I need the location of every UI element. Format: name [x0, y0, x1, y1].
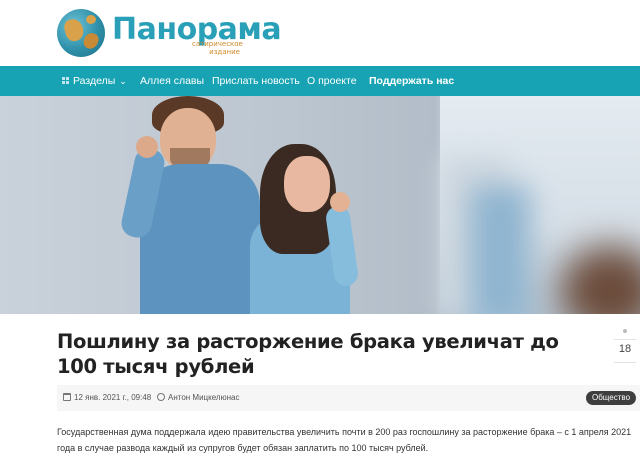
nav-item-hall-of-fame[interactable]: Аллея славы	[140, 66, 204, 96]
category-badge[interactable]: Общество	[586, 391, 637, 405]
nav-item-about[interactable]: О проекте	[307, 66, 357, 96]
globe-logo-icon[interactable]	[57, 9, 105, 57]
menu-grid-icon	[62, 76, 69, 84]
article-lead: Государственная дума поддержала идею пра…	[57, 427, 632, 453]
nav-item-label: Разделы	[73, 75, 116, 87]
article-author[interactable]: Антон Мицкелюнас	[157, 385, 239, 411]
nav-item-support[interactable]: Поддержать нас	[369, 66, 454, 96]
share-icon[interactable]	[623, 329, 627, 333]
nav-item-sections[interactable]: Разделы ⌄	[62, 66, 127, 96]
share-count: 18	[618, 343, 632, 355]
site-logo-subtitle: сатирическое издание	[192, 40, 243, 56]
hero-blurred-background	[440, 96, 640, 314]
article-hero-image	[0, 96, 640, 314]
chevron-down-icon: ⌄	[119, 76, 127, 86]
article-date-text: 12 янв. 2021 г., 09:48	[74, 393, 152, 402]
article-meta-bar: 12 янв. 2021 г., 09:48 Антон Мицкелюнас …	[57, 385, 640, 411]
nav-item-submit-news[interactable]: Прислать новость	[212, 66, 300, 96]
article-title: Пошлину за расторжение брака увеличат до…	[57, 330, 559, 378]
article-author-name[interactable]: Антон Мицкелюнас	[168, 393, 239, 402]
user-icon	[157, 392, 165, 401]
site-header: Панорама сатирическое издание	[0, 0, 640, 66]
article-date: 12 янв. 2021 г., 09:48	[63, 385, 151, 411]
share-widget[interactable]: 18	[610, 326, 640, 372]
main-nav: Разделы ⌄ Аллея славы Прислать новость О …	[0, 66, 640, 96]
calendar-icon	[63, 392, 71, 401]
